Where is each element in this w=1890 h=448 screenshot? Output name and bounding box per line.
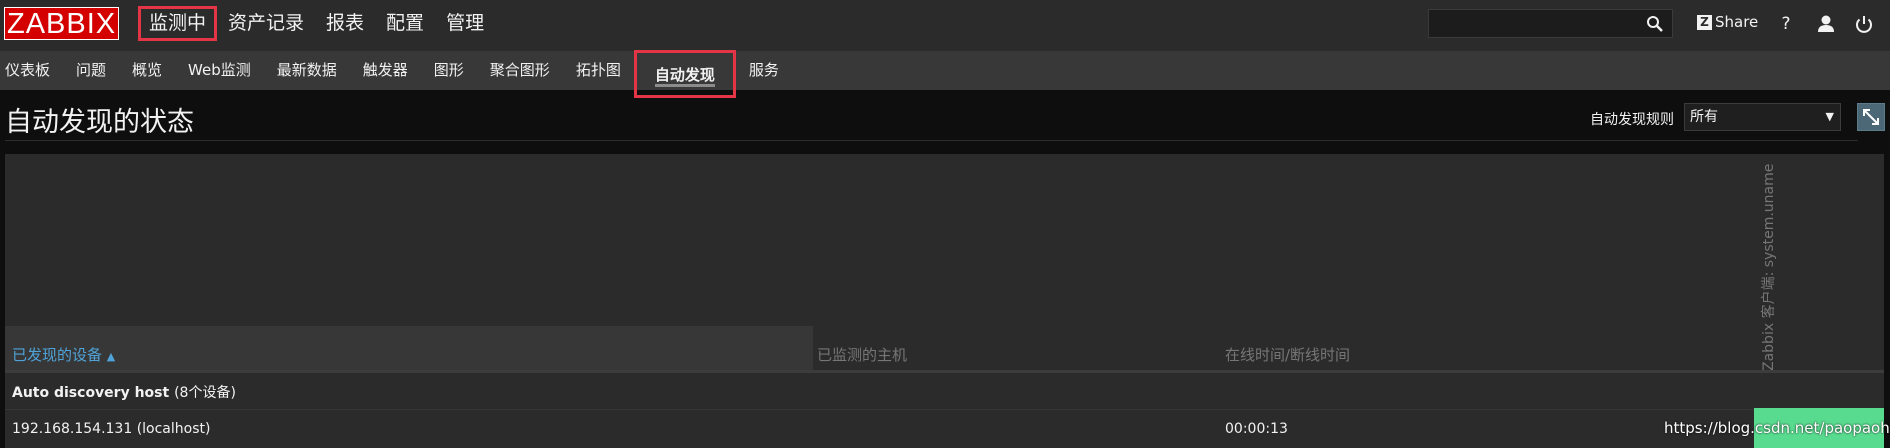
main-nav-inventory[interactable]: 资产记录 [217,0,315,51]
group-name-label: Auto discovery host [12,385,170,401]
header-uptime-downtime: 在线时间/断线时间 [1225,346,1351,364]
watermark-text: https://blog.csdn.net/paopaohll [1664,419,1890,437]
search-input[interactable] [1428,9,1673,38]
power-icon[interactable] [1853,13,1875,35]
help-icon[interactable]: ? [1775,13,1797,35]
group-row: Auto discovery host (8个设备) [5,373,1884,410]
sub-nav-screens[interactable]: 聚合图形 [477,51,563,90]
device-cell: 192.168.154.131 (localhost) [12,421,211,437]
zabbix-logo[interactable]: ZABBIX [4,7,120,40]
sub-nav-graphs[interactable]: 图形 [421,51,477,90]
header-discovered-device-label: 已发现的设备 [12,346,103,364]
sub-nav-triggers[interactable]: 触发器 [350,51,421,90]
share-label: Share [1715,13,1759,31]
sub-nav-problems[interactable]: 问题 [63,51,119,90]
header-discovered-device[interactable]: 已发现的设备 ▲ [12,344,115,365]
discovery-rule-selected: 所有 [1690,109,1718,125]
main-nav-configuration[interactable]: 配置 [375,0,435,51]
main-navigation: 监测中 资产记录 报表 配置 管理 [138,0,495,51]
top-bar: ZABBIX 监测中 资产记录 报表 配置 管理 Z Share ? [0,0,1890,51]
sub-nav-latest-data[interactable]: 最新数据 [264,51,350,90]
sort-ascending-icon: ▲ [106,350,116,363]
sub-nav-dashboard[interactable]: 仪表板 [0,51,63,90]
discovery-status-table: Zabbix 客户端: system.uname 已发现的设备 ▲ 已监测的主机… [5,154,1884,448]
table-row: 192.168.154.131 (localhost) 00:00:13 [5,410,1884,448]
main-nav-monitoring[interactable]: 监测中 [138,6,218,41]
header-discovered-device-cell[interactable]: 已发现的设备 ▲ [5,326,813,371]
main-nav-administration[interactable]: 管理 [435,0,495,51]
page-title: 自动发现的状态 [5,107,194,138]
group-name: Auto discovery host (8个设备) [12,382,236,402]
sub-nav-maps[interactable]: 拓扑图 [563,51,634,90]
sub-nav-overview[interactable]: 概览 [119,51,175,90]
fullscreen-icon [1863,109,1879,125]
search-icon[interactable] [1646,15,1664,33]
group-device-count: (8个设备) [174,385,236,401]
main-nav-reports[interactable]: 报表 [315,0,375,51]
header-monitored-host: 已监测的主机 [817,346,908,364]
user-profile-icon[interactable] [1815,13,1837,35]
dropdown-arrow-icon: ▼ [1825,110,1834,123]
header-divider [5,140,1858,141]
sub-navigation: 仪表板 问题 概览 Web监测 最新数据 触发器 图形 聚合图形 拓扑图 自动发… [0,50,1890,98]
fullscreen-button[interactable] [1857,103,1885,131]
discovery-rule-label: 自动发现规则 [1590,112,1674,128]
share-button[interactable]: Z Share [1697,13,1758,31]
sub-nav-web[interactable]: Web监测 [175,51,264,90]
sub-nav-services[interactable]: 服务 [736,51,792,90]
uptime-cell: 00:00:13 [1225,421,1288,437]
zabbix-share-icon: Z [1697,14,1712,30]
table-header-row: 已发现的设备 ▲ 已监测的主机 在线时间/断线时间 [5,326,1884,371]
discovery-rule-select[interactable]: 所有 ▼ [1684,103,1841,131]
sub-nav-discovery[interactable]: 自动发现 [633,50,736,98]
